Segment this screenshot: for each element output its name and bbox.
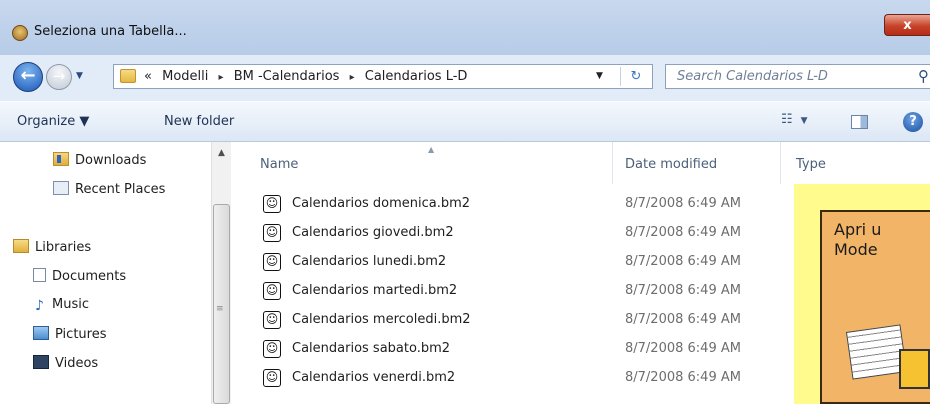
file-name: Calendarios lunedi.bm2 — [292, 254, 447, 269]
sidebar-item-label: Pictures — [55, 327, 107, 342]
breadcrumb: « Modelli ▸ BM -Calendarios ▸ Calendario… — [144, 69, 467, 84]
views-icon: ☷ — [781, 112, 793, 127]
refresh-icon[interactable]: ↻ — [620, 67, 651, 86]
command-bar: Organize ▼ New folder ☷ ▼ ? — [0, 101, 930, 142]
calendar-image-icon — [845, 324, 908, 380]
column-divider[interactable] — [780, 142, 781, 184]
column-header-name[interactable]: Name — [260, 157, 298, 172]
search-placeholder: Search Calendarios L-D — [677, 69, 828, 84]
sidebar-item-videos[interactable]: Videos — [33, 355, 98, 371]
close-button[interactable]: x — [884, 14, 930, 36]
sidebar-item-music[interactable]: ♪ Music — [33, 297, 89, 313]
bm2-file-icon: ☺ — [263, 311, 281, 329]
music-icon: ♪ — [35, 298, 44, 314]
file-row[interactable]: ☺ Calendarios sabato.bm2 8/7/2008 6:49 A… — [240, 335, 790, 364]
file-name: Calendarios martedi.bm2 — [292, 283, 458, 298]
pictures-icon — [33, 326, 49, 340]
window-title: Seleziona una Tabella... — [34, 24, 187, 39]
file-row[interactable]: ☺ Calendarios martedi.bm2 8/7/2008 6:49 … — [240, 277, 790, 306]
file-date: 8/7/2008 6:49 AM — [625, 370, 741, 385]
address-dropdown-icon[interactable]: ▼ — [596, 71, 603, 81]
new-folder-button[interactable]: New folder — [164, 114, 234, 129]
sort-ascending-icon: ▲ — [428, 145, 435, 154]
preview-text: Apri u Mode — [834, 220, 881, 260]
file-date: 8/7/2008 6:49 AM — [625, 283, 741, 298]
bm2-file-icon: ☺ — [263, 340, 281, 358]
search-input[interactable]: Search Calendarios L-D ⚲ — [665, 64, 930, 89]
sidebar-item-recent-places[interactable]: Recent Places — [53, 181, 165, 197]
navigation-scrollbar[interactable]: ▲ ≡ — [211, 142, 231, 404]
preview-text-line-2: Mode — [834, 240, 878, 259]
file-date: 8/7/2008 6:49 AM — [625, 196, 741, 211]
scroll-up-icon[interactable]: ▲ — [218, 148, 225, 158]
breadcrumb-overflow-button[interactable]: « — [144, 69, 152, 84]
help-icon[interactable]: ? — [903, 112, 923, 132]
recent-places-icon — [53, 181, 69, 195]
bm2-file-icon: ☺ — [263, 282, 281, 300]
address-bar[interactable]: « Modelli ▸ BM -Calendarios ▸ Calendario… — [113, 64, 653, 89]
address-row: ← → ▼ « Modelli ▸ BM -Calendarios ▸ Cale… — [0, 55, 930, 101]
file-date: 8/7/2008 6:49 AM — [625, 341, 741, 356]
breadcrumb-separator-icon[interactable]: ▸ — [350, 72, 355, 83]
sidebar-item-downloads[interactable]: Downloads — [53, 152, 146, 168]
bm2-file-icon: ☺ — [263, 369, 281, 387]
sidebar-item-pictures[interactable]: Pictures — [33, 326, 106, 342]
preview-pane: Apri u Mode — [794, 184, 930, 404]
app-icon — [12, 25, 28, 41]
bm2-file-icon: ☺ — [263, 195, 281, 213]
breadcrumb-item-modelli[interactable]: Modelli — [162, 69, 208, 84]
chevron-down-icon: ▼ — [800, 116, 808, 126]
file-date: 8/7/2008 6:49 AM — [625, 312, 741, 327]
sidebar-item-documents[interactable]: Documents — [33, 268, 126, 284]
breadcrumb-item-bm-calendarios[interactable]: BM -Calendarios — [234, 69, 340, 84]
file-row[interactable]: ☺ Calendarios mercoledi.bm2 8/7/2008 6:4… — [240, 306, 790, 335]
preview-text-line-1: Apri u — [834, 220, 882, 239]
bm2-file-icon: ☺ — [263, 253, 281, 271]
file-name: Calendarios giovedi.bm2 — [292, 225, 454, 240]
file-date: 8/7/2008 6:49 AM — [625, 225, 741, 240]
back-button[interactable]: ← — [13, 62, 43, 92]
file-name: Calendarios sabato.bm2 — [292, 341, 451, 356]
documents-icon — [33, 268, 46, 282]
file-name: Calendarios domenica.bm2 — [292, 196, 471, 211]
scrollbar-grip-icon: ≡ — [216, 304, 224, 314]
videos-icon — [33, 355, 49, 369]
search-icon[interactable]: ⚲ — [918, 67, 929, 85]
sidebar-item-label: Recent Places — [75, 182, 166, 197]
sidebar-item-label: Videos — [55, 356, 99, 371]
file-row[interactable]: ☺ Calendarios lunedi.bm2 8/7/2008 6:49 A… — [240, 248, 790, 277]
file-list: ▲ Name Date modified ☺ Calendarios domen… — [240, 142, 790, 404]
preview-pane-icon[interactable] — [851, 115, 868, 129]
libraries-icon — [13, 239, 29, 253]
recent-pages-dropdown[interactable]: ▼ — [76, 71, 83, 81]
column-divider[interactable] — [612, 142, 613, 184]
file-row[interactable]: ☺ Calendarios venerdi.bm2 8/7/2008 6:49 … — [240, 364, 790, 393]
sidebar-item-label: Music — [52, 297, 89, 312]
calculator-image-icon — [899, 349, 930, 389]
file-name: Calendarios venerdi.bm2 — [292, 370, 456, 385]
bm2-file-icon: ☺ — [263, 224, 281, 242]
file-row[interactable]: ☺ Calendarios domenica.bm2 8/7/2008 6:49… — [240, 190, 790, 219]
file-row[interactable]: ☺ Calendarios giovedi.bm2 8/7/2008 6:49 … — [240, 219, 790, 248]
breadcrumb-item-calendarios-l-d[interactable]: Calendarios L-D — [365, 69, 468, 84]
sidebar-item-label: Documents — [52, 269, 127, 284]
column-headers: ▲ Name Date modified — [240, 142, 790, 184]
forward-button[interactable]: → — [46, 64, 72, 90]
sidebar-item-label: Downloads — [75, 153, 147, 168]
file-name: Calendarios mercoledi.bm2 — [292, 312, 471, 327]
breadcrumb-separator-icon[interactable]: ▸ — [219, 72, 224, 83]
sidebar-item-label: Libraries — [35, 240, 92, 255]
file-date: 8/7/2008 6:49 AM — [625, 254, 741, 269]
change-view-button[interactable]: ☷ ▼ — [781, 112, 808, 127]
downloads-folder-icon — [53, 152, 69, 166]
title-bar: Seleziona una Tabella... x — [0, 0, 930, 55]
column-header-date-modified[interactable]: Date modified — [625, 157, 717, 172]
navigation-pane: Downloads Recent Places Libraries Docume… — [0, 142, 238, 404]
organize-button[interactable]: Organize ▼ — [17, 114, 89, 129]
folder-icon — [120, 69, 136, 83]
sidebar-item-libraries[interactable]: Libraries — [13, 239, 91, 255]
column-header-type[interactable]: Type — [796, 157, 826, 172]
